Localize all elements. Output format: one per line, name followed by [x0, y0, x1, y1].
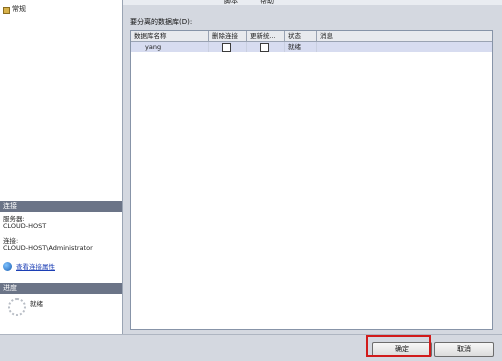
grid-header: 数据库名称 删除连接 更新统... 状态 消息 — [131, 31, 492, 42]
server-value: CLOUD-HOST — [3, 222, 47, 230]
left-pane: 常规 连接 服务器: CLOUD-HOST 连接: CLOUD-HOST\Adm… — [0, 0, 123, 334]
column-update-statistics[interactable]: 更新统... — [247, 31, 285, 41]
progress-spinner-icon — [8, 298, 26, 316]
table-row[interactable]: yang 就绪 — [131, 42, 492, 52]
column-message[interactable]: 消息 — [317, 31, 492, 41]
update-statistics-checkbox[interactable] — [260, 43, 269, 52]
page-icon — [2, 5, 10, 14]
progress-status: 就绪 — [30, 300, 43, 308]
nav-item-general[interactable]: 常规 — [2, 4, 26, 14]
databases-grid[interactable]: 数据库名称 删除连接 更新统... 状态 消息 yang 就绪 — [130, 30, 493, 330]
cell-message — [317, 42, 492, 52]
column-database-name[interactable]: 数据库名称 — [131, 31, 209, 41]
view-connection-properties[interactable]: 查看连接属性 — [3, 261, 55, 271]
column-status[interactable]: 状态 — [285, 31, 317, 41]
main-pane: 要分离的数据库(D): 数据库名称 删除连接 更新统... 状态 消息 yang… — [123, 5, 502, 334]
connection-properties-icon — [3, 261, 12, 271]
nav-item-label: 常规 — [12, 5, 26, 13]
progress-section-header: 进度 — [0, 283, 122, 294]
column-drop-connections[interactable]: 删除连接 — [209, 31, 247, 41]
cell-database-name: yang — [131, 42, 209, 52]
drop-connections-checkbox[interactable] — [222, 43, 231, 52]
connection-section-header: 连接 — [0, 201, 122, 212]
grid-title: 要分离的数据库(D): — [130, 18, 193, 26]
connection-value: CLOUD-HOST\Administrator — [3, 244, 93, 252]
cell-status: 就绪 — [285, 42, 317, 52]
cell-drop-connections — [209, 42, 247, 52]
cell-update-statistics — [247, 42, 285, 52]
ok-button-highlight — [366, 335, 431, 357]
cancel-button[interactable]: 取消 — [434, 342, 494, 357]
view-connection-properties-link[interactable]: 查看连接属性 — [16, 261, 55, 271]
